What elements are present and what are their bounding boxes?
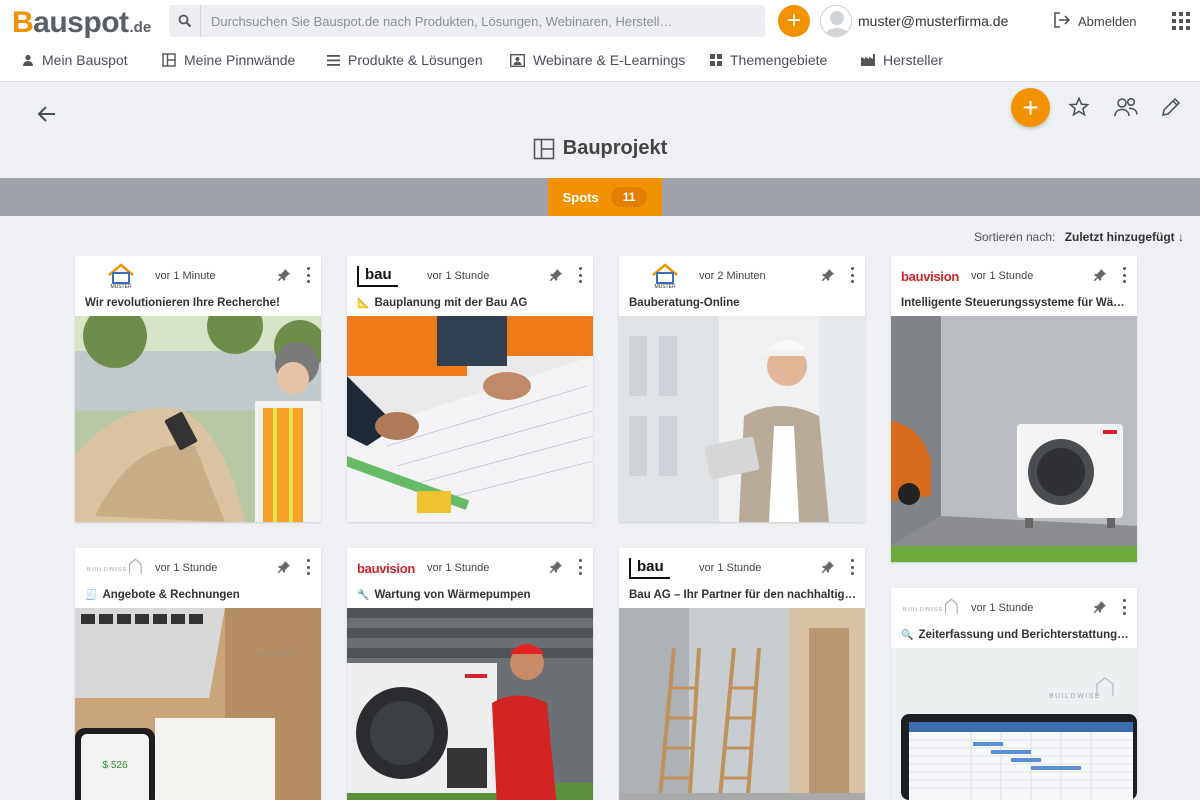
page-title: Bauprojekt: [0, 137, 1200, 160]
search-icon[interactable]: [169, 5, 201, 37]
more-options-icon[interactable]: [577, 559, 583, 575]
more-options-icon[interactable]: [305, 559, 311, 575]
more-options-icon[interactable]: [577, 267, 583, 283]
muster-logo: MUSTER: [85, 262, 145, 290]
user-icon: [23, 54, 33, 66]
tab-spots[interactable]: Spots 11: [548, 178, 662, 216]
card-image: BUILDWISE: [891, 648, 1137, 800]
phone-amount-text: $ 526: [102, 760, 127, 771]
spot-card[interactable]: bauvision vor 1 Stunde Intelligente Steu…: [891, 256, 1137, 562]
card-image: [347, 316, 593, 522]
magnifier-icon: 🔍: [901, 630, 914, 641]
buildwise-watermark: BUILDWISE: [1049, 693, 1101, 700]
wrench-icon: 🔧: [357, 590, 370, 601]
bau-logo: bau: [629, 554, 689, 582]
more-options-icon[interactable]: [1121, 599, 1127, 615]
list-icon: [327, 54, 340, 66]
spot-card[interactable]: MUSTER vor 1 Minute Wir revolutionieren …: [75, 256, 321, 522]
nav-item-hersteller[interactable]: Hersteller: [861, 52, 943, 68]
more-options-icon[interactable]: [849, 559, 855, 575]
nav-item-mein-bauspot[interactable]: Mein Bauspot: [22, 52, 128, 68]
svg-text:BUILDWISE: BUILDWISE: [87, 567, 128, 573]
pin-icon[interactable]: [277, 560, 291, 574]
spot-card[interactable]: BUILDWISE vor 1 Stunde 🧾 Angebote & Rechn…: [75, 548, 321, 800]
bauvision-logo: bauvision: [901, 268, 959, 284]
webinar-icon: [510, 53, 525, 67]
grid-icon: [710, 54, 722, 66]
search-bar: [169, 5, 765, 37]
more-options-icon[interactable]: [849, 267, 855, 283]
factory-icon: [861, 54, 875, 66]
user-email[interactable]: muster@musterfirma.de: [858, 13, 1008, 29]
avatar[interactable]: [820, 5, 852, 37]
pin-icon[interactable]: [549, 560, 563, 574]
card-image: [619, 316, 865, 522]
plus-icon: +: [786, 7, 801, 34]
apps-grid-icon[interactable]: [1172, 12, 1190, 30]
star-icon[interactable]: [1068, 96, 1092, 120]
sort-dropdown[interactable]: Zuletzt hinzugefügt ↓: [1065, 230, 1184, 244]
spot-card[interactable]: BUILDWISE vor 1 Stunde 🔍 Zeiterfassung un…: [891, 588, 1137, 800]
spot-card[interactable]: bau vor 1 Stunde Bau AG – Ihr Partner fü…: [619, 548, 865, 800]
card-image: [891, 316, 1137, 562]
spot-card[interactable]: bauvision vor 1 Stunde 🔧 Wartung von Wärm…: [347, 548, 593, 800]
nav-item-webinare[interactable]: Webinare & E-Learnings: [510, 52, 685, 68]
card-image: $ 526 BUILDWISE: [75, 608, 321, 800]
back-arrow-icon[interactable]: [36, 103, 58, 125]
sort-control: Sortieren nach: Zuletzt hinzugefügt ↓: [973, 230, 1184, 244]
logout-icon: [1052, 11, 1072, 32]
svg-text:MUSTER: MUSTER: [654, 284, 676, 290]
pin-icon[interactable]: [277, 268, 291, 282]
pin-icon[interactable]: [1093, 268, 1107, 282]
nav-item-themengebiete[interactable]: Themengebiete: [710, 52, 827, 68]
main-nav: Mein Bauspot Meine Pinnwände Produkte & …: [0, 42, 1200, 80]
buildwise-watermark: BUILDWISE: [256, 651, 295, 658]
receipt-icon: 🧾: [85, 590, 98, 601]
muster-logo: MUSTER: [629, 262, 689, 290]
spots-count-badge: 11: [610, 187, 648, 207]
pin-icon[interactable]: [821, 560, 835, 574]
pin-icon[interactable]: [1093, 600, 1107, 614]
more-options-icon[interactable]: [305, 267, 311, 283]
buildwise-logo: BUILDWISE: [85, 554, 145, 582]
spot-card[interactable]: MUSTER vor 2 Minuten Bauberatung-Online: [619, 256, 865, 522]
card-image: [75, 316, 321, 522]
board-tabbar: Spots 11: [0, 178, 1200, 216]
more-options-icon[interactable]: [1121, 267, 1127, 283]
card-image: [347, 608, 593, 800]
card-image: [619, 608, 865, 800]
ruler-icon: 📐: [357, 298, 370, 309]
bau-logo: bau: [357, 262, 417, 290]
add-button[interactable]: +: [778, 5, 810, 37]
search-input[interactable]: [201, 6, 765, 36]
svg-text:BUILDWISE: BUILDWISE: [903, 607, 944, 613]
spot-card[interactable]: bau vor 1 Stunde 📐 Bauplanung mit der Bau…: [347, 256, 593, 522]
logout-button[interactable]: Abmelden: [1052, 11, 1137, 32]
share-users-icon[interactable]: [1113, 96, 1138, 120]
board-icon: [162, 53, 176, 67]
bauvision-logo: bauvision: [357, 560, 415, 576]
pin-icon[interactable]: [549, 268, 563, 282]
edit-pencil-icon[interactable]: [1160, 96, 1184, 120]
plus-icon: +: [1022, 91, 1039, 123]
svg-text:MUSTER: MUSTER: [110, 284, 132, 290]
pin-icon[interactable]: [821, 268, 835, 282]
bauspot-logo[interactable]: Bauspot .de: [12, 6, 151, 40]
nav-item-produkte[interactable]: Produkte & Lösungen: [327, 52, 483, 68]
add-spot-button[interactable]: +: [1011, 88, 1050, 127]
top-header: Bauspot .de + muster@musterfirma.de Abme…: [0, 0, 1200, 82]
buildwise-logo: BUILDWISE: [901, 594, 961, 622]
nav-item-pinnwaende[interactable]: Meine Pinnwände: [162, 52, 295, 68]
board-icon: [533, 138, 555, 159]
